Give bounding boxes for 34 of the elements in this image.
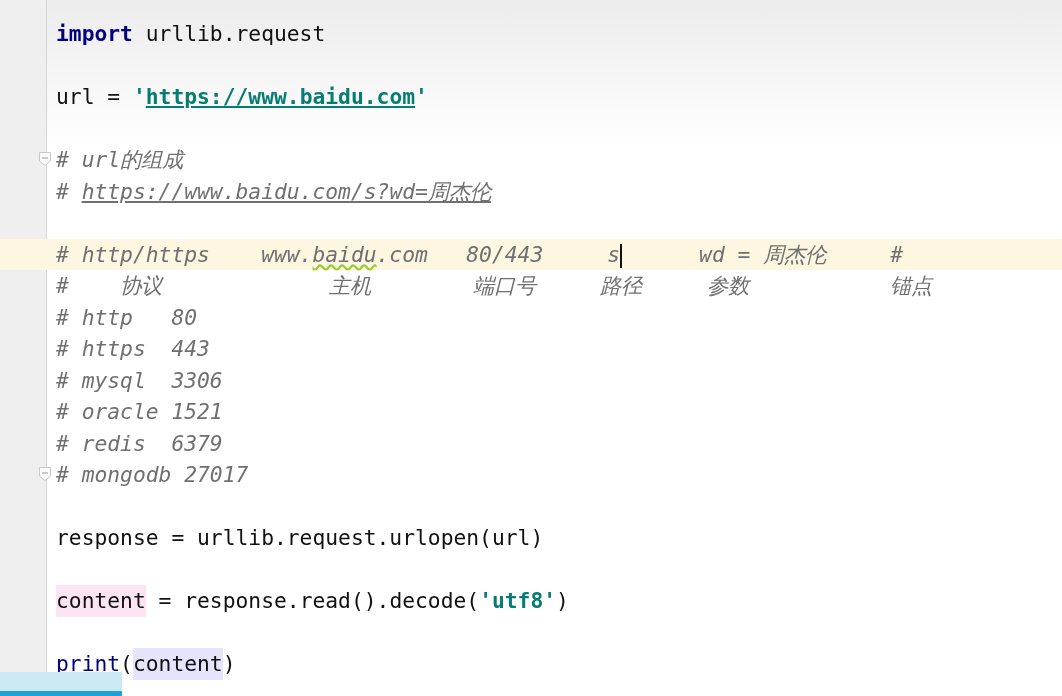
code-comment: .com 80/443 s <box>376 240 621 269</box>
code-text: = response.read().decode( <box>157 587 480 615</box>
code-text: response = urllib.request.urlopen(url) <box>56 524 544 552</box>
code-comment: # mysql 3306 <box>56 366 223 395</box>
code-text: ) <box>222 650 236 678</box>
code-comment: # https 443 <box>56 335 210 363</box>
misspelled-word: baidu <box>312 240 377 269</box>
code-comment: # oracle 1521 <box>56 398 223 426</box>
code-text: url = <box>56 83 122 111</box>
string-literal: ' <box>132 83 146 111</box>
progress-bar[interactable] <box>0 672 123 696</box>
code-comment: # http/https www. <box>56 240 313 269</box>
url-link: https://www.baidu.com <box>145 83 416 111</box>
code-comment: # <box>56 177 70 206</box>
code-editor[interactable] <box>0 0 1062 696</box>
code-comment: # redis 6379 <box>56 429 223 458</box>
code-comment: # 协议 主机 端口号 路径 参数 锚点 <box>56 272 932 300</box>
code-comment: wd = 周杰伦 # <box>698 240 904 269</box>
code-comment: # http 80 <box>56 303 198 332</box>
variable-highlight: content <box>132 648 223 680</box>
variable-highlight: content <box>56 585 146 617</box>
text-caret <box>620 243 623 268</box>
builtin-function: print <box>56 650 121 678</box>
string-literal: 'utf8' <box>479 587 557 615</box>
fold-icon[interactable] <box>39 467 51 481</box>
code-text: urllib.request <box>144 20 326 48</box>
code-text: ( <box>120 650 133 678</box>
string-literal: ' <box>415 83 428 111</box>
code-comment: # mongodb 27017 <box>56 461 249 489</box>
comment-link: https://www.baidu.com/s?wd=周杰伦 <box>81 177 491 206</box>
code-comment: # url的组成 <box>56 146 184 174</box>
code-text: ) <box>556 587 569 615</box>
fold-icon[interactable] <box>39 152 51 166</box>
keyword: import <box>56 20 133 48</box>
